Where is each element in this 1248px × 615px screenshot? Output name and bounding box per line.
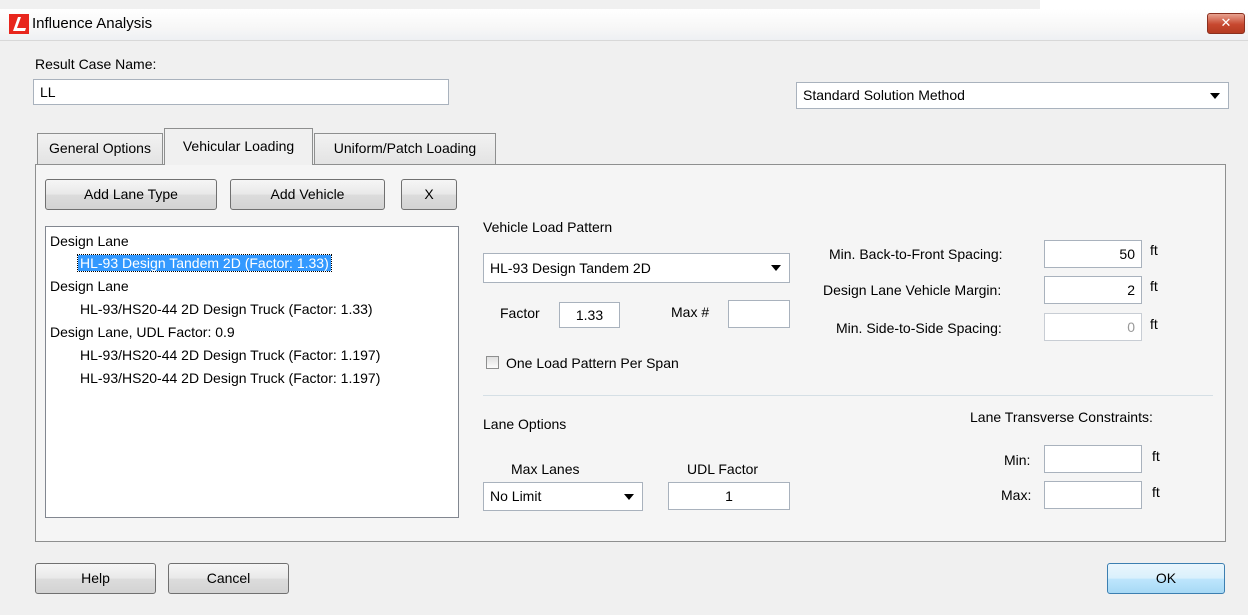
delete-button[interactable]: X	[401, 179, 457, 210]
cancel-button[interactable]: Cancel	[168, 563, 289, 594]
transverse-min-label: Min:	[1004, 452, 1031, 468]
transverse-max-input[interactable]	[1044, 481, 1142, 509]
factor-label: Factor	[500, 305, 540, 321]
tab-uniform-patch-loading[interactable]: Uniform/Patch Loading	[314, 133, 496, 164]
factor-input[interactable]: 1.33	[559, 302, 620, 328]
side-to-side-input[interactable]: 0	[1044, 313, 1142, 341]
list-item-selected[interactable]: HL-93 Design Tandem 2D (Factor: 1.33)	[77, 254, 332, 272]
vehicle-load-pattern-select[interactable]: HL-93 Design Tandem 2D	[483, 253, 790, 283]
side-to-side-label: Min. Side-to-Side Spacing:	[836, 320, 1002, 336]
list-item[interactable]: HL-93/HS20-44 2D Design Truck (Factor: 1…	[80, 301, 373, 317]
chevron-down-icon	[1210, 92, 1220, 99]
transverse-constraints-label: Lane Transverse Constraints:	[970, 409, 1153, 425]
back-to-front-label: Min. Back-to-Front Spacing:	[829, 246, 1003, 262]
transverse-min-input[interactable]	[1044, 445, 1142, 473]
transverse-max-label: Max:	[1001, 487, 1032, 503]
close-button[interactable]: ✕	[1207, 13, 1245, 34]
max-lanes-select[interactable]: No Limit	[483, 482, 643, 511]
list-item[interactable]: Design Lane	[50, 278, 129, 294]
background-window-strip	[1040, 0, 1248, 9]
vehicle-margin-input[interactable]: 2	[1044, 276, 1142, 304]
vehicle-load-pattern-value: HL-93 Design Tandem 2D	[490, 260, 651, 276]
help-button[interactable]: Help	[35, 563, 156, 594]
udl-factor-label: UDL Factor	[687, 461, 759, 477]
max-lanes-label: Max Lanes	[511, 461, 580, 477]
unit-label: ft	[1152, 448, 1160, 464]
list-item[interactable]: Design Lane, UDL Factor: 0.9	[50, 324, 235, 340]
tab-general-options[interactable]: General Options	[37, 133, 163, 164]
vehicle-margin-label: Design Lane Vehicle Margin:	[823, 282, 1002, 298]
back-to-front-input[interactable]: 50	[1044, 240, 1142, 268]
title-bar[interactable]: Influence Analysis ✕	[0, 9, 1248, 41]
max-lanes-value: No Limit	[490, 488, 542, 504]
list-item[interactable]: Design Lane	[50, 233, 129, 249]
one-load-pattern-checkbox[interactable]	[486, 356, 499, 369]
tab-label: General Options	[49, 140, 151, 156]
max-count-label: Max #	[671, 304, 710, 320]
tab-vehicular-loading[interactable]: Vehicular Loading	[164, 128, 313, 165]
window-title: Influence Analysis	[32, 15, 153, 32]
solution-method-value: Standard Solution Method	[803, 87, 965, 103]
unit-label: ft	[1150, 242, 1158, 258]
vehicle-load-pattern-label: Vehicle Load Pattern	[483, 219, 613, 235]
solution-method-select[interactable]: Standard Solution Method	[796, 82, 1229, 109]
list-item[interactable]: HL-93/HS20-44 2D Design Truck (Factor: 1…	[80, 370, 380, 386]
result-case-label: Result Case Name:	[35, 56, 157, 72]
unit-label: ft	[1152, 484, 1160, 500]
lane-list[interactable]: Design Lane HL-93 Design Tandem 2D (Fact…	[45, 226, 459, 518]
unit-label: ft	[1150, 316, 1158, 332]
unit-label: ft	[1150, 278, 1158, 294]
app-logo-icon	[9, 14, 29, 34]
max-count-input[interactable]	[728, 300, 790, 328]
tab-label: Vehicular Loading	[182, 138, 295, 154]
lane-options-label: Lane Options	[483, 416, 567, 432]
one-load-pattern-label: One Load Pattern Per Span	[506, 355, 679, 371]
chevron-down-icon	[624, 493, 634, 500]
close-icon: ✕	[1220, 15, 1232, 30]
add-lane-type-button[interactable]: Add Lane Type	[45, 179, 217, 210]
chevron-down-icon	[771, 265, 781, 271]
section-divider	[483, 395, 1213, 396]
result-case-input[interactable]: LL	[33, 79, 449, 105]
add-vehicle-button[interactable]: Add Vehicle	[230, 179, 385, 210]
tab-label: Uniform/Patch Loading	[333, 140, 477, 156]
udl-factor-input[interactable]: 1	[668, 482, 790, 510]
list-item[interactable]: HL-93/HS20-44 2D Design Truck (Factor: 1…	[80, 347, 380, 363]
ok-button[interactable]: OK	[1107, 563, 1225, 594]
